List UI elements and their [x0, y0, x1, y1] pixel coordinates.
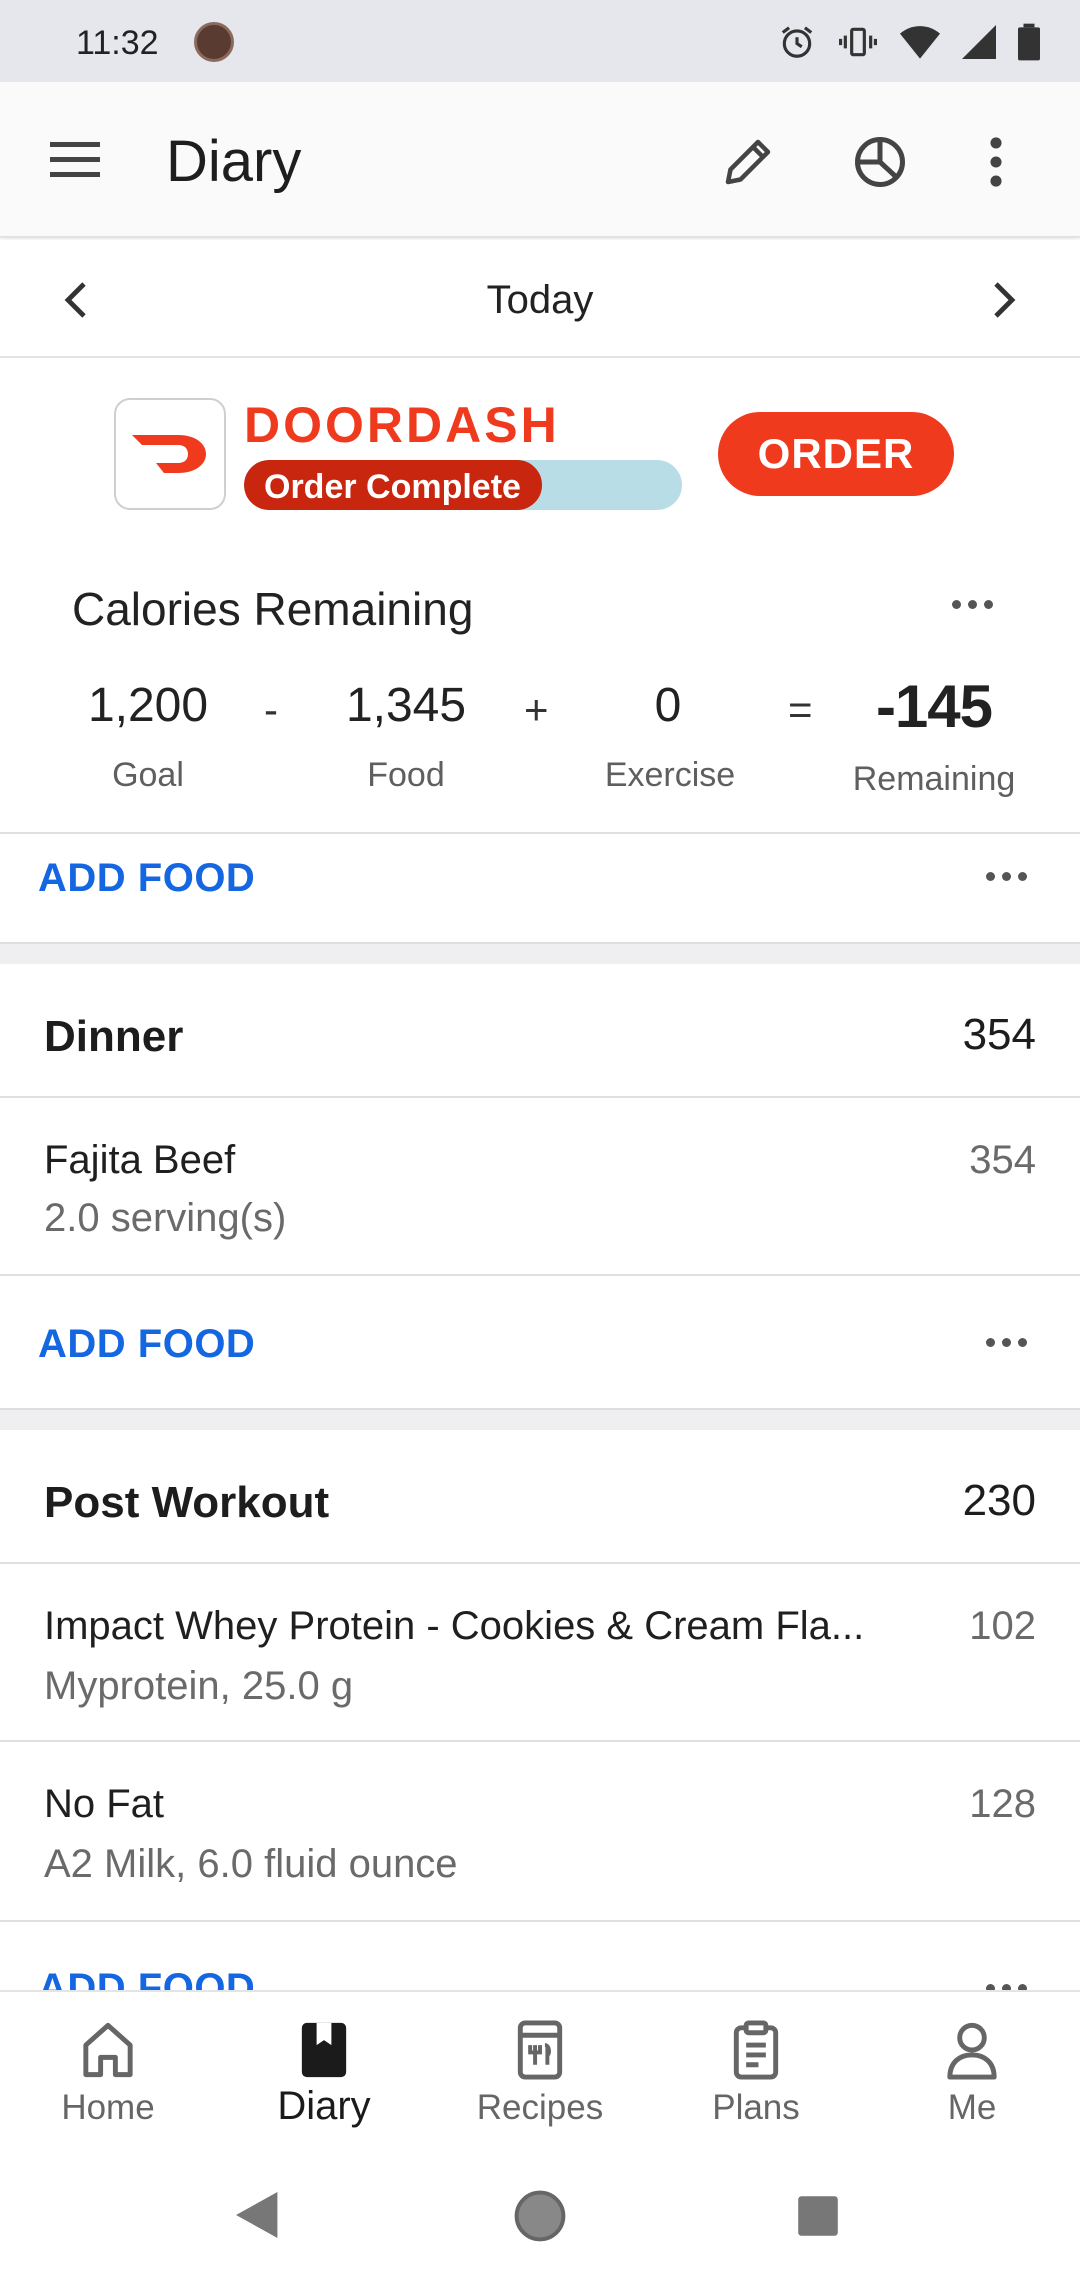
food-item-calories: 354: [969, 1138, 1036, 1182]
equals-operator: =: [788, 686, 813, 733]
tab-label: Diary: [277, 2084, 371, 2128]
system-navigation-bar: [0, 2150, 1080, 2280]
order-progress-bar: Order Complete: [244, 460, 682, 510]
bottom-navigation: Home Diary Recipes Plans Me: [0, 1990, 1080, 2150]
exercise-value: 0: [654, 679, 682, 732]
vibrate-icon: [839, 27, 877, 57]
meal-title-dinner[interactable]: Dinner: [44, 1012, 183, 1062]
divider: [0, 1274, 1080, 1276]
back-triangle-icon[interactable]: [236, 2192, 282, 2238]
tab-label: Me: [947, 2088, 997, 2127]
recents-square-icon[interactable]: [796, 2194, 840, 2238]
page-title: Diary: [166, 129, 302, 194]
diary-icon: [301, 2022, 347, 2078]
minus-operator: -: [264, 686, 278, 733]
edit-pencil-icon[interactable]: [712, 126, 784, 198]
ad-brand: DOORDASH: [244, 397, 560, 453]
add-food-more-icon[interactable]: [986, 1338, 1027, 1347]
doordash-ad-banner[interactable]: DOORDASH Order Complete ORDER: [114, 396, 954, 514]
goal-value: 1,200: [87, 679, 209, 732]
overflow-menu-icon[interactable]: [960, 126, 1032, 198]
next-day-chevron-icon[interactable]: [974, 270, 1034, 330]
wifi-icon: [900, 26, 940, 59]
alarm-icon: [781, 26, 813, 58]
food-item-detail: Myprotein, 25.0 g: [44, 1664, 354, 1708]
remaining-label: Remaining: [852, 760, 1016, 798]
meal-title-post-workout[interactable]: Post Workout: [44, 1478, 329, 1528]
tab-recipes[interactable]: Recipes: [432, 1992, 648, 2152]
notification-avatar-icon: [194, 22, 234, 62]
home-circle-icon[interactable]: [514, 2190, 566, 2242]
exercise-label: Exercise: [604, 756, 736, 794]
section-gap: [0, 942, 1080, 964]
add-food-button[interactable]: ADD FOOD: [38, 856, 255, 901]
goal-label: Goal: [112, 756, 184, 794]
food-label: Food: [367, 756, 445, 794]
system-icons: [778, 20, 1040, 64]
add-food-button[interactable]: ADD FOOD: [38, 1322, 255, 1367]
calories-more-icon[interactable]: [952, 600, 993, 609]
tab-label: Home: [61, 2088, 155, 2127]
tab-label: Recipes: [476, 2088, 604, 2127]
food-value: 1,345: [345, 679, 467, 732]
app-bar: Diary: [0, 82, 1080, 238]
divider: [0, 1562, 1080, 1564]
food-item-name[interactable]: Impact Whey Protein - Cookies & Cream Fl…: [44, 1604, 864, 1649]
add-food-more-icon[interactable]: [986, 872, 1027, 881]
signal-icon: [962, 25, 996, 59]
date-label[interactable]: Today: [0, 278, 1080, 323]
remaining-value: -145: [875, 673, 993, 740]
calories-remaining-title: Calories Remaining: [72, 583, 474, 635]
divider: [0, 832, 1080, 834]
recipes-icon: [517, 2020, 563, 2080]
tab-plans[interactable]: Plans: [648, 1992, 864, 2152]
food-item-detail: 2.0 serving(s): [44, 1196, 287, 1240]
status-bar: 11:32: [0, 0, 1080, 82]
battery-icon: [1018, 23, 1040, 61]
tab-home[interactable]: Home: [0, 1992, 216, 2152]
meal-calories-post-workout: 230: [962, 1476, 1036, 1525]
status-time: 11:32: [76, 24, 159, 62]
divider: [0, 1096, 1080, 1098]
food-item-calories: 102: [969, 1604, 1036, 1648]
tab-me[interactable]: Me: [864, 1992, 1080, 2152]
food-item-name[interactable]: Fajita Beef: [44, 1138, 235, 1183]
divider: [0, 1740, 1080, 1742]
food-item-calories: 128: [969, 1782, 1036, 1826]
meal-calories-dinner: 354: [962, 1010, 1036, 1059]
doordash-logo-icon: [114, 398, 226, 510]
order-progress-text: Order Complete: [264, 468, 521, 506]
home-icon: [83, 2022, 133, 2078]
date-navigator: Today: [0, 240, 1080, 358]
divider: [0, 1920, 1080, 1922]
tab-label: Plans: [712, 2088, 800, 2127]
plans-icon: [733, 2020, 779, 2080]
pie-chart-icon[interactable]: [844, 126, 916, 198]
hamburger-menu-icon[interactable]: [46, 136, 106, 184]
food-item-name[interactable]: No Fat: [44, 1782, 164, 1827]
food-item-detail: A2 Milk, 6.0 fluid ounce: [44, 1842, 458, 1886]
section-gap: [0, 1408, 1080, 1430]
order-button[interactable]: ORDER: [718, 412, 954, 496]
tab-diary[interactable]: Diary: [216, 1992, 432, 2152]
person-icon: [947, 2022, 997, 2080]
plus-operator: +: [524, 686, 549, 733]
